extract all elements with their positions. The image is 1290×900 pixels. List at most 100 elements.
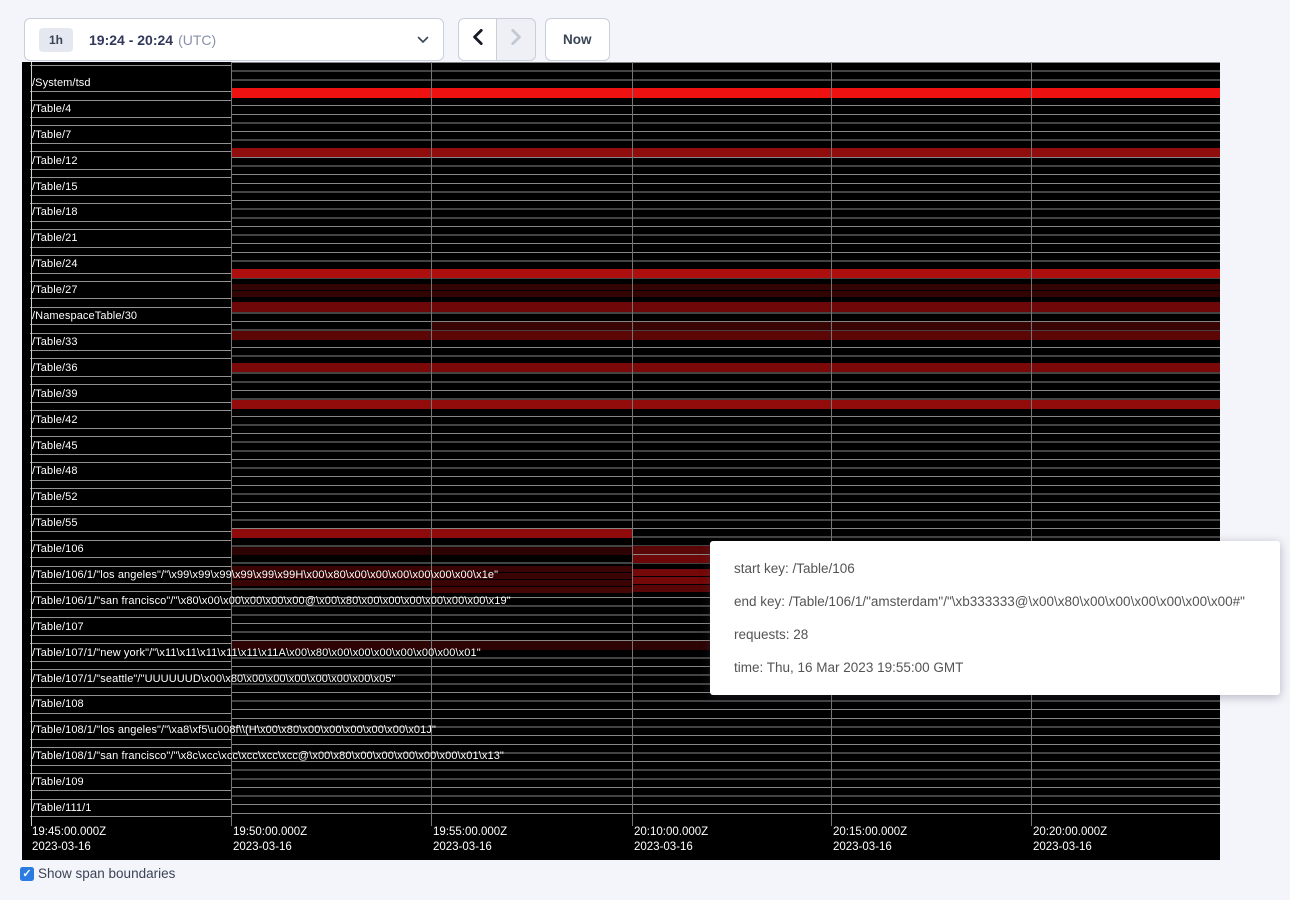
tooltip-start-key: start key: /Table/106 bbox=[734, 561, 1256, 576]
heat-band bbox=[231, 400, 1220, 409]
span-boundary-line bbox=[30, 298, 231, 299]
x-axis-time: 19:55:00.000Z bbox=[433, 825, 507, 840]
x-axis-date: 2023-03-16 bbox=[1033, 840, 1107, 855]
span-boundary-line bbox=[30, 281, 231, 282]
span-boundary-line bbox=[30, 739, 231, 740]
span-boundary-line bbox=[30, 713, 231, 714]
range-duration-badge: 1h bbox=[39, 28, 73, 52]
hover-tooltip: start key: /Table/106 end key: /Table/10… bbox=[710, 541, 1280, 695]
row-label: /Table/7 bbox=[32, 129, 71, 141]
heat-band bbox=[231, 363, 1220, 372]
span-boundary-line bbox=[30, 117, 231, 118]
gridline bbox=[632, 62, 633, 826]
span-boundary-line bbox=[30, 100, 231, 101]
x-axis-time: 19:50:00.000Z bbox=[233, 825, 307, 840]
span-boundary-line bbox=[30, 384, 231, 385]
span-boundary-line bbox=[30, 436, 231, 437]
span-boundary-line bbox=[30, 557, 231, 558]
row-label: /Table/106/1/"los angeles"/"\x99\x99\x99… bbox=[32, 569, 498, 581]
row-label: /Table/4 bbox=[32, 103, 71, 115]
time-range-select[interactable]: 1h 19:24 - 20:24 (UTC) bbox=[24, 18, 444, 61]
row-label: /Table/55 bbox=[32, 517, 78, 529]
heat-band bbox=[231, 331, 1220, 340]
chevron-right-icon bbox=[511, 29, 522, 50]
span-boundary-line bbox=[30, 635, 231, 636]
x-axis-time: 20:20:00.000Z bbox=[1033, 825, 1107, 840]
row-label: /System/tsd bbox=[32, 77, 91, 89]
span-boundary-line bbox=[30, 203, 231, 204]
span-boundary-line bbox=[30, 169, 231, 170]
range-label: 19:24 - 20:24 bbox=[89, 32, 173, 48]
heat-band bbox=[431, 587, 632, 593]
show-span-boundaries-checkbox[interactable]: ✓ bbox=[20, 867, 34, 881]
span-boundary-line bbox=[30, 480, 231, 481]
row-label: /Table/106/1/"san francisco"/"\x80\x00\x… bbox=[32, 595, 511, 607]
heat-band bbox=[231, 88, 1220, 98]
heat-band bbox=[632, 546, 710, 554]
x-axis-date: 2023-03-16 bbox=[634, 840, 708, 855]
span-boundary-line bbox=[30, 514, 231, 515]
span-boundary-line bbox=[30, 583, 231, 584]
span-boundary-line bbox=[30, 324, 231, 325]
row-label: /Table/108/1/"los angeles"/"\xa8\xf5\u00… bbox=[32, 724, 436, 736]
span-boundary-line bbox=[30, 333, 231, 334]
range-nav-group bbox=[458, 18, 536, 61]
span-boundary-line bbox=[30, 376, 231, 377]
span-boundary-line bbox=[30, 350, 231, 351]
footer-controls: ✓ Show span boundaries bbox=[20, 866, 175, 881]
row-label: /Table/108/1/"san francisco"/"\x8c\xcc\x… bbox=[32, 750, 504, 762]
row-label: /Table/15 bbox=[32, 181, 78, 193]
span-boundary-line bbox=[30, 91, 231, 92]
row-label: /Table/52 bbox=[32, 491, 78, 503]
span-boundary-line bbox=[30, 273, 231, 274]
span-boundary-line bbox=[30, 410, 231, 411]
span-boundary-line bbox=[30, 643, 231, 644]
show-span-boundaries-label: Show span boundaries bbox=[38, 866, 175, 881]
heat-band bbox=[632, 555, 710, 563]
x-axis-label: 19:55:00.000Z2023-03-16 bbox=[433, 825, 507, 855]
heat-band bbox=[231, 302, 1220, 312]
span-boundary-line bbox=[30, 488, 231, 489]
span-boundary-line bbox=[30, 721, 231, 722]
span-boundary-line bbox=[30, 540, 231, 541]
tooltip-end-key: end key: /Table/106/1/"amsterdam"/"\xb33… bbox=[734, 594, 1256, 609]
x-axis-time: 19:45:00.000Z bbox=[32, 825, 106, 840]
span-boundary-line bbox=[30, 816, 231, 817]
time-toolbar: 1h 19:24 - 20:24 (UTC) Now bbox=[0, 0, 1290, 62]
row-label: /Table/24 bbox=[32, 258, 78, 270]
x-axis-time: 20:15:00.000Z bbox=[833, 825, 907, 840]
now-button[interactable]: Now bbox=[545, 18, 610, 61]
next-range-button[interactable] bbox=[497, 18, 536, 61]
tooltip-time: time: Thu, 16 Mar 2023 19:55:00 GMT bbox=[734, 660, 1256, 675]
span-boundary-line bbox=[30, 462, 231, 463]
span-boundary-line bbox=[30, 151, 231, 152]
key-visualizer-canvas[interactable]: /System/tsd/Table/4/Table/7/Table/12/Tab… bbox=[22, 62, 1220, 860]
gridline bbox=[431, 62, 432, 826]
previous-range-button[interactable] bbox=[458, 18, 497, 61]
row-label: /Table/42 bbox=[32, 414, 78, 426]
span-boundary-line bbox=[30, 229, 231, 230]
row-label: /Table/33 bbox=[32, 336, 78, 348]
span-boundary-line bbox=[30, 247, 231, 248]
heat-band bbox=[231, 284, 1220, 290]
chevron-left-icon bbox=[472, 29, 483, 50]
span-boundary-line bbox=[30, 195, 231, 196]
row-label: /NamespaceTable/30 bbox=[32, 310, 137, 322]
gridline bbox=[831, 62, 832, 826]
row-label: /Table/39 bbox=[32, 388, 78, 400]
span-boundary-line bbox=[30, 402, 231, 403]
row-label: /Table/45 bbox=[32, 440, 78, 452]
span-boundary-line bbox=[30, 695, 231, 696]
span-boundary-line bbox=[30, 221, 231, 222]
span-boundary-line bbox=[30, 566, 231, 567]
x-axis-date: 2023-03-16 bbox=[833, 840, 907, 855]
span-boundary-line bbox=[30, 747, 231, 748]
span-boundary-line bbox=[30, 765, 231, 766]
x-axis-label: 19:45:00.000Z2023-03-16 bbox=[32, 825, 106, 855]
x-axis-date: 2023-03-16 bbox=[433, 840, 507, 855]
span-boundary-line bbox=[30, 531, 231, 532]
span-boundary-line bbox=[30, 661, 231, 662]
row-label: /Table/12 bbox=[32, 155, 78, 167]
row-label: /Table/27 bbox=[32, 284, 78, 296]
chevron-down-icon bbox=[417, 36, 429, 44]
